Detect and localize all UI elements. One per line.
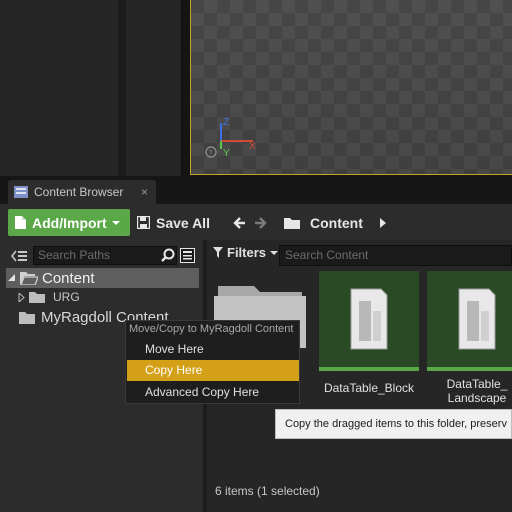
search-icon[interactable] [161, 248, 175, 262]
save-icon [137, 216, 150, 229]
menu-item-move-here[interactable]: Move Here [127, 339, 299, 360]
add-import-button[interactable]: Add/Import [8, 209, 130, 236]
chevron-down-icon [270, 250, 279, 255]
axis-gizmo-icon: Z X Y ? [205, 117, 256, 159]
asset-label-line2: Landscape [447, 391, 507, 405]
menu-item-copy-here[interactable]: Copy Here [127, 360, 299, 381]
asset-label: DataTable_ Landscape [427, 377, 512, 405]
asset-tile-datatable-block[interactable]: DataTable_Block [319, 271, 419, 411]
svg-text:Z: Z [223, 117, 229, 128]
asset-label-line1: DataTable_ [446, 377, 508, 391]
chevron-down-icon [111, 220, 120, 225]
item-count-status: 6 items (1 selected) [215, 484, 320, 498]
asset-thumbnail [319, 271, 419, 371]
asset-thumbnail [427, 271, 512, 371]
menu-item-advanced-copy-here[interactable]: Advanced Copy Here [127, 382, 299, 403]
datatable-icon [458, 288, 496, 350]
tree-item-urg[interactable]: URG [18, 289, 80, 305]
asset-tile-datatable-landscape[interactable]: DataTable_ Landscape [427, 271, 512, 411]
view-options-icon[interactable] [180, 248, 195, 263]
tab-bar: Content Browser × [0, 176, 512, 204]
save-all-button[interactable]: Save All [137, 209, 210, 236]
svg-text:Y: Y [223, 148, 230, 159]
left-panel [0, 0, 183, 176]
folder-icon [284, 218, 300, 229]
collapse-sources-icon[interactable] [11, 249, 27, 263]
tree-item-label: URG [53, 290, 80, 304]
tab-label: Content Browser [34, 185, 124, 199]
content-browser-icon [14, 186, 28, 198]
tree-item-content[interactable]: Content [6, 268, 199, 288]
new-file-icon [15, 216, 26, 229]
asset-label: DataTable_Block [323, 381, 415, 395]
filters-label: Filters [227, 245, 267, 260]
add-import-label: Add/Import [32, 214, 107, 231]
folder-icon [19, 311, 35, 324]
search-paths-input[interactable]: Search Paths [33, 246, 177, 265]
forward-arrow-icon[interactable] [253, 216, 267, 230]
svg-text:?: ? [209, 150, 213, 157]
tree-item-label: Content [42, 269, 95, 287]
filters-button[interactable]: Filters [213, 245, 279, 260]
back-arrow-icon[interactable] [233, 216, 247, 230]
level-viewport[interactable]: Z X Y ? [190, 0, 512, 175]
path-breadcrumb[interactable]: Content [284, 209, 387, 236]
menu-title: Move/Copy to MyRagdoll Content [129, 323, 294, 335]
search-content-input[interactable]: Search Content [279, 245, 512, 266]
panel-splitter[interactable] [118, 0, 126, 176]
open-folder-icon [20, 272, 38, 285]
tab-content-browser[interactable]: Content Browser × [8, 180, 156, 204]
close-icon[interactable]: × [141, 185, 148, 199]
move-copy-context-menu: Move/Copy to MyRagdoll Content Move Here… [125, 320, 300, 404]
expanded-arrow-icon[interactable] [8, 274, 16, 282]
datatable-icon [350, 288, 388, 350]
tooltip: Copy the dragged items to this folder, p… [275, 409, 512, 439]
save-all-label: Save All [156, 214, 210, 231]
svg-text:X: X [249, 141, 256, 152]
filter-icon [213, 247, 223, 258]
collapsed-arrow-icon[interactable] [18, 292, 25, 302]
breadcrumb-content: Content [310, 214, 363, 231]
content-toolbar: Add/Import Save All Content [0, 204, 512, 240]
chevron-right-icon[interactable] [379, 217, 387, 228]
folder-icon [29, 292, 45, 303]
